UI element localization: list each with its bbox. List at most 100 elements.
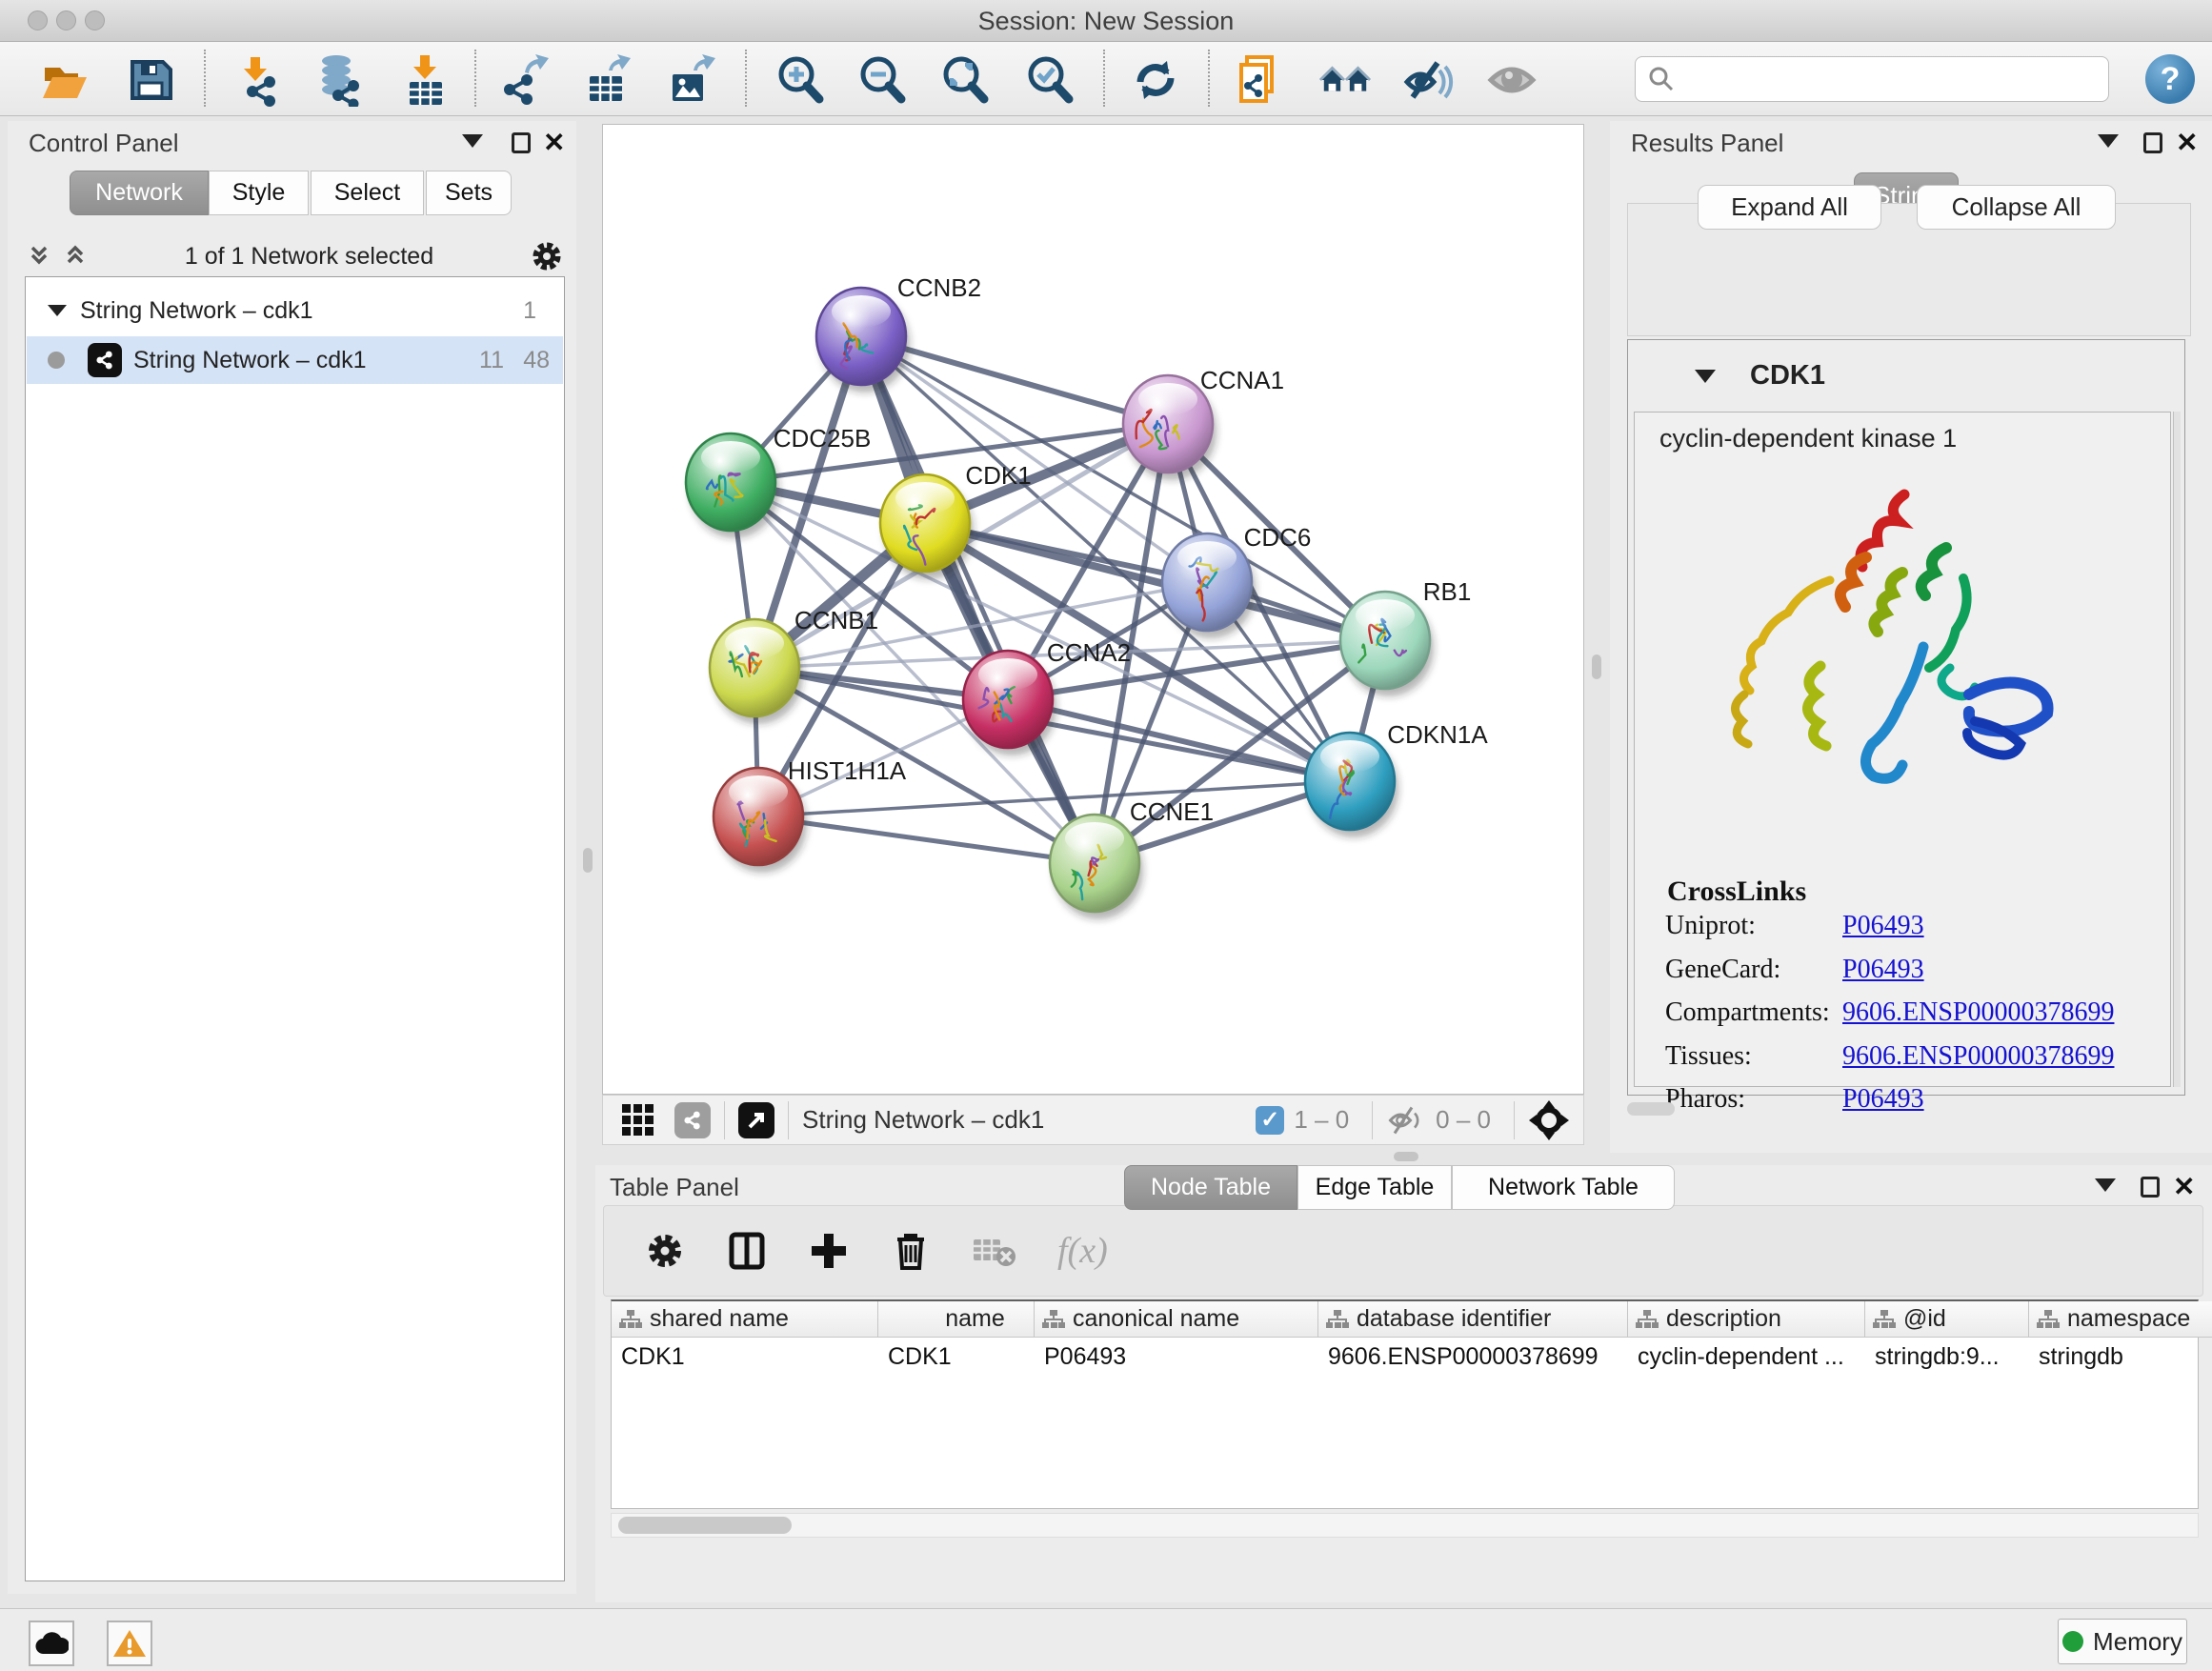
detach-view-icon[interactable] [738, 1102, 774, 1138]
network-node-CCNB2[interactable] [816, 288, 910, 393]
table-hscrollbar[interactable] [611, 1513, 2199, 1538]
delete-column-trash-icon[interactable] [890, 1230, 932, 1272]
results-hscroll-thumb[interactable] [1627, 1102, 1675, 1116]
crosslink-link[interactable]: P06493 [1842, 955, 1924, 985]
column-header-description[interactable]: description [1628, 1301, 1865, 1338]
network-options-gear-icon[interactable] [529, 238, 565, 274]
table-panel-close-button[interactable]: ✕ [2173, 1174, 2195, 1200]
tab-node-table[interactable]: Node Table [1124, 1165, 1297, 1210]
crosslink-link[interactable]: P06493 [1842, 1084, 1924, 1115]
collapse-all-button[interactable]: Collapse All [1917, 185, 2116, 230]
bottom-splitter-handle[interactable] [1394, 1152, 1418, 1161]
function-builder-icon[interactable]: f(x) [1057, 1230, 1108, 1272]
tab-select[interactable]: Select [311, 171, 424, 215]
column-header-databaseidentifier[interactable]: database identifier [1318, 1301, 1628, 1338]
protein-card-header[interactable]: CDK1 [1628, 340, 2184, 412]
protein-card-scrollbar[interactable] [2173, 412, 2181, 1087]
collection-expander-icon[interactable] [48, 305, 67, 316]
show-grid-icon[interactable] [622, 1104, 654, 1136]
duplicate-network-button[interactable] [1234, 53, 1287, 107]
crosslink-row: GeneCard:P06493 [1635, 948, 2170, 992]
tab-edge-table[interactable]: Edge Table [1297, 1165, 1452, 1210]
tab-network-table[interactable]: Network Table [1452, 1165, 1675, 1210]
network-collection-row[interactable]: String Network – cdk1 1 [27, 287, 563, 334]
table-hscroll-thumb[interactable] [618, 1517, 792, 1534]
column-header-canonicalname[interactable]: canonical name [1035, 1301, 1318, 1338]
export-network-button[interactable] [498, 53, 552, 107]
tab-network[interactable]: Network [70, 171, 209, 215]
refresh-icon [1129, 53, 1182, 107]
export-image-icon [663, 53, 716, 107]
column-header-namespace[interactable]: namespace [2029, 1301, 2212, 1338]
crosslink-link[interactable]: 9606.ENSP00000378699 [1842, 1041, 2114, 1072]
zoom-in-button[interactable] [774, 53, 827, 107]
memory-button[interactable]: Memory [2058, 1619, 2187, 1664]
hide-graphics-details-button[interactable] [1401, 53, 1455, 107]
expand-all-button[interactable]: Expand All [1698, 185, 1881, 230]
warnings-button[interactable] [107, 1621, 152, 1666]
birdseye-navigator-icon[interactable] [1528, 1099, 1570, 1141]
memory-label: Memory [2093, 1627, 2182, 1657]
divider [788, 1101, 789, 1139]
refresh-view-button[interactable] [1129, 53, 1182, 107]
toolbar-divider [745, 50, 747, 107]
show-columns-icon[interactable] [726, 1230, 768, 1272]
table-panel-float-button[interactable] [2141, 1177, 2160, 1198]
export-table-button[interactable] [580, 53, 633, 107]
network-node-CDKN1A[interactable] [1305, 733, 1398, 837]
crosslink-link[interactable]: P06493 [1842, 911, 1924, 941]
zoom-fit-button[interactable] [938, 53, 992, 107]
network-canvas[interactable]: CCNB2CCNA1CDC25BCDK1CDC6RB1CCNB1CCNA2CDK… [602, 124, 1584, 1095]
control-panel-float-button[interactable] [512, 132, 531, 153]
tab-sets[interactable]: Sets [426, 171, 512, 215]
divider [1372, 1101, 1373, 1139]
collapse-all-icon[interactable] [25, 242, 53, 271]
import-network-button[interactable] [231, 53, 285, 107]
right-splitter-handle[interactable] [1592, 654, 1601, 679]
column-header-id[interactable]: @id [1865, 1301, 2029, 1338]
network-node-CDC25B[interactable] [686, 433, 779, 538]
table-panel-menu-button[interactable] [2095, 1178, 2116, 1192]
network-node-CCNE1[interactable] [1050, 815, 1143, 919]
protein-card-expander-icon[interactable] [1695, 370, 1716, 383]
search-box [1635, 56, 2109, 102]
control-panel-menu-button[interactable] [462, 134, 483, 148]
delete-table-icon[interactable] [972, 1232, 1017, 1270]
zoom-selected-button[interactable] [1023, 53, 1076, 107]
tab-style[interactable]: Style [209, 171, 309, 215]
network-node-CDK1[interactable] [880, 474, 974, 579]
network-graph[interactable]: CCNB2CCNA1CDC25BCDK1CDC6RB1CCNB1CCNA2CDK… [603, 125, 1583, 1094]
results-panel-menu-button[interactable] [2098, 134, 2119, 148]
selected-items-checkbox[interactable]: ✓ [1256, 1106, 1284, 1135]
birdseye-view-button[interactable] [1485, 53, 1538, 107]
control-panel-close-button[interactable]: ✕ [543, 130, 565, 156]
network-row-selected[interactable]: String Network – cdk1 11 48 [27, 336, 563, 384]
protein-name: CDK1 [1750, 360, 1825, 392]
import-table-button[interactable] [398, 53, 452, 107]
results-panel-float-button[interactable] [2143, 132, 2162, 153]
column-header-name[interactable]: name [878, 1301, 1035, 1338]
search-input[interactable] [1683, 60, 2108, 98]
hidden-items-icon[interactable] [1386, 1104, 1426, 1137]
crosslink-link[interactable]: 9606.ENSP00000378699 [1842, 997, 2114, 1028]
show-all-networks-button[interactable] [1318, 53, 1372, 107]
table-settings-gear-icon[interactable] [644, 1230, 686, 1272]
selected-counts: 1 – 0 [1294, 1105, 1349, 1135]
zoom-out-button[interactable] [855, 53, 909, 107]
left-splitter-handle[interactable] [583, 848, 593, 873]
results-panel-close-button[interactable]: ✕ [2176, 130, 2198, 156]
zoom-selected-icon [1023, 53, 1076, 107]
string-view-icon[interactable] [674, 1102, 711, 1138]
export-image-button[interactable] [663, 53, 716, 107]
save-session-button[interactable] [124, 53, 177, 107]
create-column-plus-icon[interactable] [808, 1230, 850, 1272]
help-button[interactable]: ? [2145, 54, 2195, 104]
import-network-from-database-button[interactable] [312, 53, 365, 107]
open-session-button[interactable] [38, 53, 91, 107]
cloud-status-button[interactable] [29, 1621, 74, 1666]
zoom-in-icon [774, 53, 827, 107]
column-header-sharedname[interactable]: shared name [612, 1301, 878, 1338]
expand-all-icon[interactable] [61, 242, 90, 271]
node-label-CCNE1: CCNE1 [1130, 797, 1214, 826]
network-node-RB1[interactable] [1340, 592, 1434, 696]
